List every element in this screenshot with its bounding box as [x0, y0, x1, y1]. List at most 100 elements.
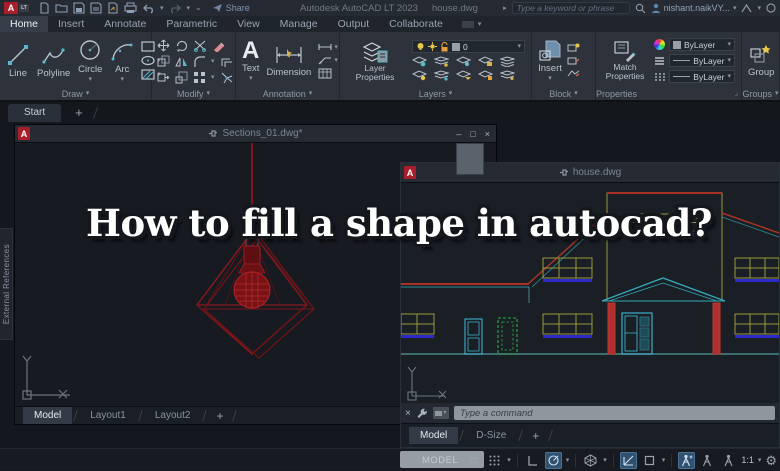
snap-mode-icon[interactable] [486, 452, 503, 469]
color-wheel-icon[interactable] [654, 39, 665, 50]
layer-walk-icon[interactable] [500, 70, 515, 81]
mirror-icon[interactable] [175, 55, 188, 68]
stretch-icon[interactable] [157, 71, 170, 84]
tab-home[interactable]: Home [0, 16, 49, 32]
tab-annotate[interactable]: Annotate [94, 16, 156, 32]
command-input[interactable] [453, 406, 775, 420]
tab-parametric[interactable]: Parametric [156, 16, 227, 32]
search-input[interactable] [511, 2, 630, 14]
annotation-scale-icon[interactable] [720, 452, 737, 469]
annotation-visibility-icon[interactable] [678, 451, 696, 469]
grid-display-icon[interactable] [465, 452, 482, 469]
leader-icon[interactable] [318, 55, 332, 65]
panel-label-modify[interactable]: Modify ▾ [152, 87, 235, 100]
group-button[interactable]: Group [748, 43, 774, 78]
house-new-layout-button[interactable]: + [524, 429, 547, 443]
layer-properties-button[interactable]: Layer Properties [346, 39, 404, 83]
model-space-label[interactable]: MODEL [422, 455, 458, 466]
trim-icon[interactable] [193, 39, 207, 52]
layer-off-icon[interactable] [412, 56, 427, 67]
properties-launcher-icon[interactable]: ⌟ [735, 90, 738, 97]
ortho-mode-icon[interactable] [524, 452, 541, 469]
object-snap-tracking-icon[interactable] [619, 451, 637, 469]
minimize-button[interactable]: – [456, 129, 461, 139]
block-define-icon[interactable] [567, 56, 580, 65]
dimension-tool[interactable]: Dimension [266, 43, 311, 78]
polyline-tool[interactable]: Polyline [37, 42, 70, 79]
external-references-palette-tab[interactable]: External References [0, 228, 13, 340]
move-icon[interactable] [157, 39, 170, 52]
fillet-icon[interactable] [193, 55, 206, 68]
customization-gear-icon[interactable]: ⚙ [765, 454, 777, 467]
object-color-dropdown[interactable]: ByLayer ▾ [669, 38, 735, 51]
line-tool[interactable]: Line [6, 42, 30, 79]
command-wrench-icon[interactable] [416, 407, 428, 419]
sections-tab-model[interactable]: Model [23, 407, 73, 424]
house-tab-model[interactable]: Model [409, 427, 459, 444]
polar-dropdown-icon[interactable]: ▾ [566, 457, 570, 464]
layer-prev-icon[interactable] [456, 70, 471, 81]
scrollbar-block[interactable] [456, 143, 484, 175]
autocad-logo-icon[interactable]: A [4, 2, 18, 14]
panel-label-annotation[interactable]: Annotation ▾ [236, 87, 339, 100]
block-edit-icon[interactable] [567, 43, 580, 52]
arc-tool[interactable]: Arc ▾ [110, 38, 134, 83]
sections-window-titlebar[interactable]: A Sections_01.dwg* – □ × [15, 125, 496, 143]
object-snap-icon[interactable] [641, 452, 658, 469]
layer-unlock-tool-icon[interactable] [478, 70, 493, 81]
layer-lock-icon[interactable] [478, 56, 493, 67]
new-drawing-tab-button[interactable]: + [75, 105, 83, 122]
layer-make-current-icon[interactable] [412, 70, 427, 81]
panel-label-groups[interactable]: Groups ▾ [742, 87, 779, 100]
qat-customize-icon[interactable]: ⌄ [195, 4, 202, 12]
save-icon[interactable] [73, 2, 85, 14]
offset-icon[interactable] [220, 55, 233, 68]
polar-tracking-icon[interactable] [544, 451, 562, 469]
panel-label-properties[interactable]: Properties ⌟ [596, 87, 741, 100]
osnap-dropdown-icon[interactable]: ▾ [662, 457, 666, 464]
panel-label-layers[interactable]: Layers ▾ [340, 87, 531, 100]
tab-view[interactable]: View [227, 16, 270, 32]
tab-manage[interactable]: Manage [270, 16, 328, 32]
file-tab-start[interactable]: Start [8, 104, 62, 122]
layer-states-icon[interactable] [500, 56, 515, 67]
close-button[interactable]: × [485, 129, 490, 139]
text-tool[interactable]: A Text ▾ [242, 39, 259, 82]
tab-collaborate[interactable]: Collaborate [379, 16, 453, 32]
array-icon[interactable] [193, 71, 206, 84]
match-properties-button[interactable]: Match Properties [602, 40, 648, 82]
circle-tool[interactable]: Circle ▾ [77, 38, 103, 83]
redo-icon[interactable] [169, 3, 182, 14]
dimension-style-icon[interactable] [318, 42, 332, 52]
scale-dropdown-icon[interactable]: ▾ [758, 457, 762, 464]
open-folder-icon[interactable] [55, 2, 68, 14]
sections-new-layout-button[interactable]: + [208, 409, 231, 423]
sections-tab-layout2[interactable]: Layout2 [144, 407, 202, 424]
tab-output[interactable]: Output [328, 16, 380, 32]
new-file-icon[interactable] [39, 2, 50, 14]
annotation-autoscale-icon[interactable] [699, 452, 716, 469]
lineweight-dropdown[interactable]: ByLayer ▾ [669, 54, 735, 67]
insert-block-button[interactable]: Insert ▾ [538, 39, 562, 82]
snap-dropdown-icon[interactable]: ▾ [507, 457, 511, 464]
ribbon-display-toggle[interactable]: ▾ [461, 16, 481, 32]
user-account-button[interactable]: nishant.naikVY... ▾ [651, 3, 736, 13]
linetype-dropdown[interactable]: ByLayer ▾ [669, 70, 735, 83]
save-as-icon[interactable] [90, 2, 102, 14]
annotation-scale-value[interactable]: 1:1 [741, 455, 754, 465]
table-icon[interactable] [318, 68, 332, 79]
scale-icon[interactable] [175, 71, 188, 84]
sections-tab-layout1[interactable]: Layout1 [79, 407, 137, 424]
search-icon[interactable] [635, 3, 646, 14]
isometric-dropdown-icon[interactable]: ▾ [603, 457, 607, 464]
print-icon[interactable] [124, 2, 137, 14]
autodesk-logo-icon[interactable] [741, 3, 753, 13]
command-close-icon[interactable]: × [405, 408, 411, 419]
layer-dropdown[interactable]: 0 ▾ [412, 40, 525, 53]
autodesk-dropdown-icon[interactable]: ▾ [757, 5, 761, 12]
redo-dropdown-icon[interactable]: ▾ [187, 5, 191, 12]
export-icon[interactable] [107, 2, 119, 14]
layer-match-icon[interactable] [434, 70, 449, 81]
rotate-icon[interactable] [175, 39, 188, 52]
copy-icon[interactable] [157, 55, 170, 68]
